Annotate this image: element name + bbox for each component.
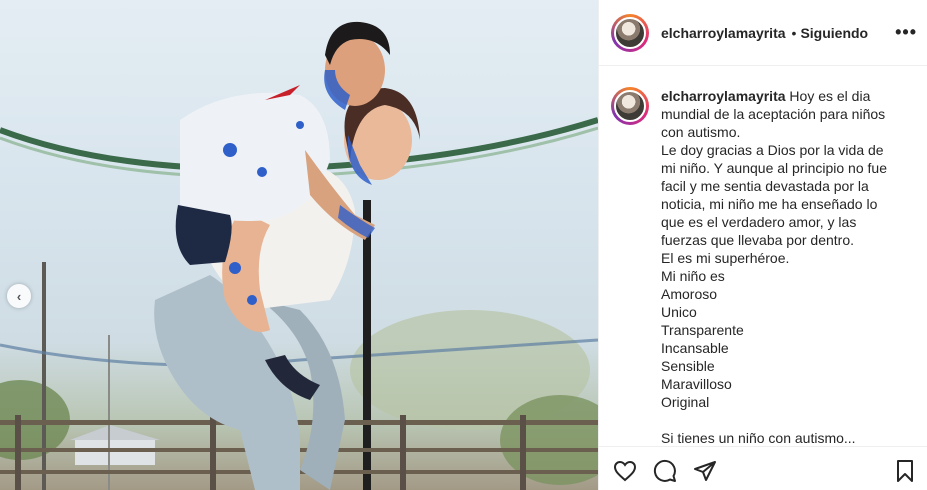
chevron-left-icon: ‹ — [16, 288, 22, 304]
username-link[interactable]: elcharroylamayrita — [661, 25, 786, 41]
action-bar — [599, 446, 927, 490]
caption-line: Maravilloso — [661, 376, 732, 392]
photo-illustration — [0, 21, 598, 490]
caption-avatar-image — [614, 90, 646, 122]
caption-avatar[interactable] — [611, 87, 649, 125]
caption-line: Original — [661, 394, 710, 410]
caption-line: Incansable — [661, 340, 729, 356]
post-photo[interactable]: ‹ — [0, 0, 598, 490]
instagram-post: ‹ elcharroylamayrita • Siguiendo ••• elc… — [0, 0, 927, 490]
following-button[interactable]: Siguiendo — [800, 25, 868, 41]
comment-icon[interactable] — [653, 459, 677, 483]
avatar[interactable] — [611, 13, 649, 52]
caption-username-link[interactable]: elcharroylamayrita — [661, 88, 786, 104]
caption-line — [661, 411, 893, 429]
caption-line: Si tienes un niño con autismo... — [661, 430, 856, 445]
avatar-image — [614, 16, 646, 49]
post-details-panel: elcharroylamayrita • Siguiendo ••• elcha… — [598, 0, 927, 490]
caption-line: Unico — [661, 304, 697, 320]
caption-line: El es mi superhéroe. — [661, 250, 790, 266]
heart-icon[interactable] — [613, 459, 637, 483]
caption-line: Le doy gracias a Dios por la vida de mi … — [661, 142, 887, 248]
previous-image-button[interactable]: ‹ — [7, 284, 31, 308]
post-header: elcharroylamayrita • Siguiendo ••• — [599, 0, 927, 66]
caption-line: Transparente — [661, 322, 744, 338]
caption-text: elcharroylamayrita Hoy es el dia mundial… — [661, 87, 893, 445]
more-options-icon[interactable]: ••• — [895, 22, 917, 43]
caption-line: Amoroso — [661, 286, 718, 302]
separator-dot: • — [791, 24, 797, 41]
paper-plane-icon[interactable] — [693, 459, 717, 483]
caption-line: Sensible — [661, 358, 715, 374]
caption-section[interactable]: elcharroylamayrita Hoy es el dia mundial… — [599, 67, 927, 445]
bookmark-icon[interactable] — [893, 459, 917, 483]
caption-line: Mi niño es — [661, 268, 725, 284]
